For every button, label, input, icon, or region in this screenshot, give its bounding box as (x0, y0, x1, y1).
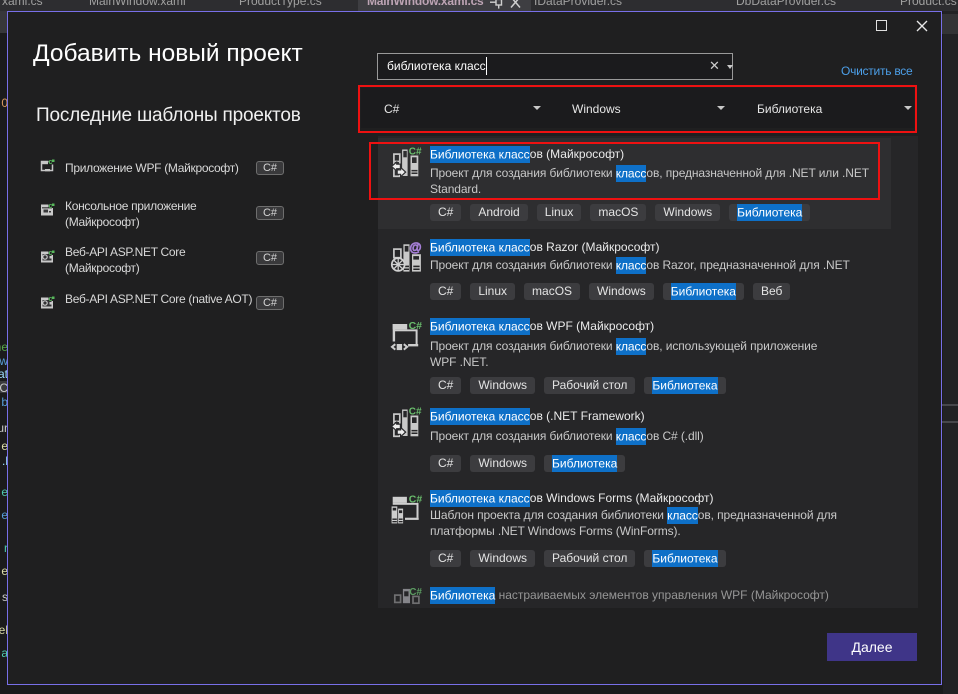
svg-text:C#: C# (409, 320, 423, 332)
svg-text:C#: C# (409, 587, 422, 598)
svg-text:c: c (49, 203, 53, 210)
svg-text:c: c (49, 250, 53, 257)
svg-text:@: @ (409, 241, 421, 255)
svg-text:C#: C# (409, 406, 422, 417)
svg-text:C#: C# (409, 493, 423, 505)
svg-text:c: c (49, 296, 53, 303)
svg-text:c: c (49, 159, 53, 166)
